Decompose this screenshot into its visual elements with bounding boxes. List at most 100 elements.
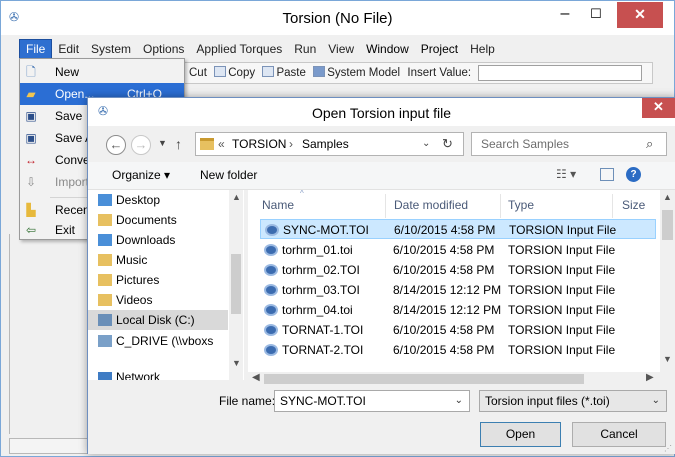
insert-value-input[interactable] [478,64,643,81]
scroll-down-arrow-icon[interactable]: ▼ [232,358,241,368]
horizontal-scrollbar[interactable]: ◀ ▶ [248,372,675,386]
scroll-left-arrow-icon[interactable]: ◀ [252,372,260,383]
file-row[interactable]: TORNAT-1.TOI 6/10/2015 4:58 PM TORSION I… [260,320,656,340]
file-name: torhrm_02.TOI [282,263,360,277]
import-icon: ⇩ [25,175,37,189]
maximize-button[interactable]: ☐ [581,2,611,28]
file-name-combobox[interactable]: SYNC-MOT.TOI ⌄ [274,390,470,412]
minimize-button[interactable]: – [550,2,580,28]
file-type-filter-dropdown[interactable]: Torsion input files (*.toi) ⌄ [479,390,667,412]
main-title-bar[interactable]: ✇ Torsion (No File) – ☐ ✕ [1,1,674,35]
file-row[interactable]: torhrm_02.TOI 6/10/2015 4:58 PM TORSION … [260,260,656,280]
file-name-label: File name: [219,394,276,408]
column-separator[interactable] [500,194,501,218]
menu-window[interactable]: Window [360,40,415,58]
menu-file[interactable]: File [19,39,53,59]
copy-button[interactable]: Copy [214,63,255,83]
forward-button[interactable]: → [131,135,151,155]
tree-label-videos: Videos [116,293,153,307]
organize-button[interactable]: Organize ▾ [112,168,170,182]
breadcrumb-samples[interactable]: Samples [302,137,349,151]
cut-button[interactable]: Cut [189,63,207,83]
view-options-icon[interactable]: ☷ ▾ [556,167,576,181]
tree-item-desktop[interactable]: Desktop [88,190,228,210]
file-list-scrollbar[interactable]: ▲ ▼ [660,190,675,372]
nav-pane-scrollbar[interactable]: ▲ ▼ [229,190,243,380]
menu-edit[interactable]: Edit [52,40,85,58]
breadcrumb-torsion[interactable]: TORSION [232,137,286,151]
breadcrumb-overflow[interactable]: « [218,137,225,151]
file-list-scroll-thumb[interactable] [662,210,673,240]
menu-options[interactable]: Options [137,40,190,58]
column-separator[interactable] [612,194,613,218]
paste-button[interactable]: Paste [262,63,306,83]
refresh-icon[interactable]: ↻ [442,136,453,152]
menu-view[interactable]: View [322,40,360,58]
address-dropdown-chevron-icon[interactable]: ⌄ [422,138,430,149]
dialog-close-button[interactable]: ✕ [642,98,675,118]
column-header-type[interactable]: Type [508,198,534,212]
toi-file-icon [265,224,279,236]
file-row[interactable]: torhrm_03.TOI 8/14/2015 12:12 PM TORSION… [260,280,656,300]
copy-icon [214,66,227,77]
tree-item-documents[interactable]: Documents [88,210,228,230]
column-header-name[interactable]: Name [262,198,294,212]
system-model-icon [313,66,326,77]
file-type: TORSION Input File [508,283,616,297]
tree-item-music[interactable]: Music [88,250,228,270]
dialog-footer: File name: SYNC-MOT.TOI ⌄ Torsion input … [88,386,675,454]
new-folder-button[interactable]: New folder [200,168,257,182]
scroll-right-arrow-icon[interactable]: ▶ [646,372,654,383]
close-button[interactable]: ✕ [617,2,663,28]
resize-grip-icon[interactable]: ⋰ [664,444,672,453]
file-name: torhrm_04.toi [282,303,353,317]
column-separator[interactable] [385,194,386,218]
pictures-folder-icon [98,274,112,286]
tree-label-local-disk: Local Disk (C:) [116,313,195,327]
tree-item-downloads[interactable]: Downloads [88,230,228,250]
chevron-down-icon[interactable]: ⌄ [455,391,463,411]
preview-pane-icon[interactable] [600,168,614,181]
tree-item-local-disk[interactable]: Local Disk (C:) [88,310,228,330]
toi-file-icon [264,324,278,336]
file-name: torhrm_01.toi [282,243,353,257]
open-button[interactable]: Open [480,422,561,447]
local-disk-icon [98,314,112,326]
tree-item-videos[interactable]: Videos [88,290,228,310]
tree-item-pictures[interactable]: Pictures [88,270,228,290]
system-model-button[interactable]: System Model [313,63,400,83]
scroll-down-arrow-icon[interactable]: ▼ [663,354,672,364]
file-type: TORSION Input File [508,343,616,357]
file-row[interactable]: SYNC-MOT.TOI 6/10/2015 4:58 PM TORSION I… [260,219,656,239]
tree-item-network[interactable]: Network [88,370,228,380]
tree-item-c-drive[interactable]: C_DRIVE (\\vboxs [88,331,228,351]
menu-system[interactable]: System [85,40,137,58]
dialog-title-bar[interactable]: ✇ Open Torsion input file ✕ [88,98,675,126]
back-button[interactable]: ← [106,135,126,155]
file-type: TORSION Input File [508,303,616,317]
file-menu-new[interactable]: 🗋 New [20,61,184,83]
address-bar[interactable]: « TORSION › Samples ⌄ ↻ [195,132,464,156]
nav-pane-scroll-thumb[interactable] [231,254,241,314]
horizontal-scroll-thumb[interactable] [264,374,584,384]
file-row[interactable]: torhrm_04.toi 8/14/2015 12:12 PM TORSION… [260,300,656,320]
scroll-up-arrow-icon[interactable]: ▲ [232,192,241,202]
cancel-button[interactable]: Cancel [572,422,666,447]
file-name: SYNC-MOT.TOI [283,223,369,237]
menu-run[interactable]: Run [288,40,322,58]
recent-locations-chevron-icon[interactable]: ▼ [158,138,167,148]
scroll-up-arrow-icon[interactable]: ▲ [663,192,672,202]
help-icon[interactable]: ? [626,167,641,182]
file-row[interactable]: torhrm_01.toi 6/10/2015 4:58 PM TORSION … [260,240,656,260]
menu-applied-torques[interactable]: Applied Torques [190,40,288,58]
documents-folder-icon [98,214,112,226]
up-arrow-icon[interactable]: ↑ [175,136,182,152]
menu-help[interactable]: Help [464,40,501,58]
menu-project[interactable]: Project [415,40,464,58]
column-header-date[interactable]: Date modified [394,198,468,212]
search-icon[interactable]: ⌕ [646,136,653,152]
column-header-size[interactable]: Size [622,198,645,212]
chevron-down-icon[interactable]: ⌄ [652,391,660,411]
search-input[interactable]: Search Samples ⌕ [471,132,667,156]
file-row[interactable]: TORNAT-2.TOI 6/10/2015 4:58 PM TORSION I… [260,340,656,360]
